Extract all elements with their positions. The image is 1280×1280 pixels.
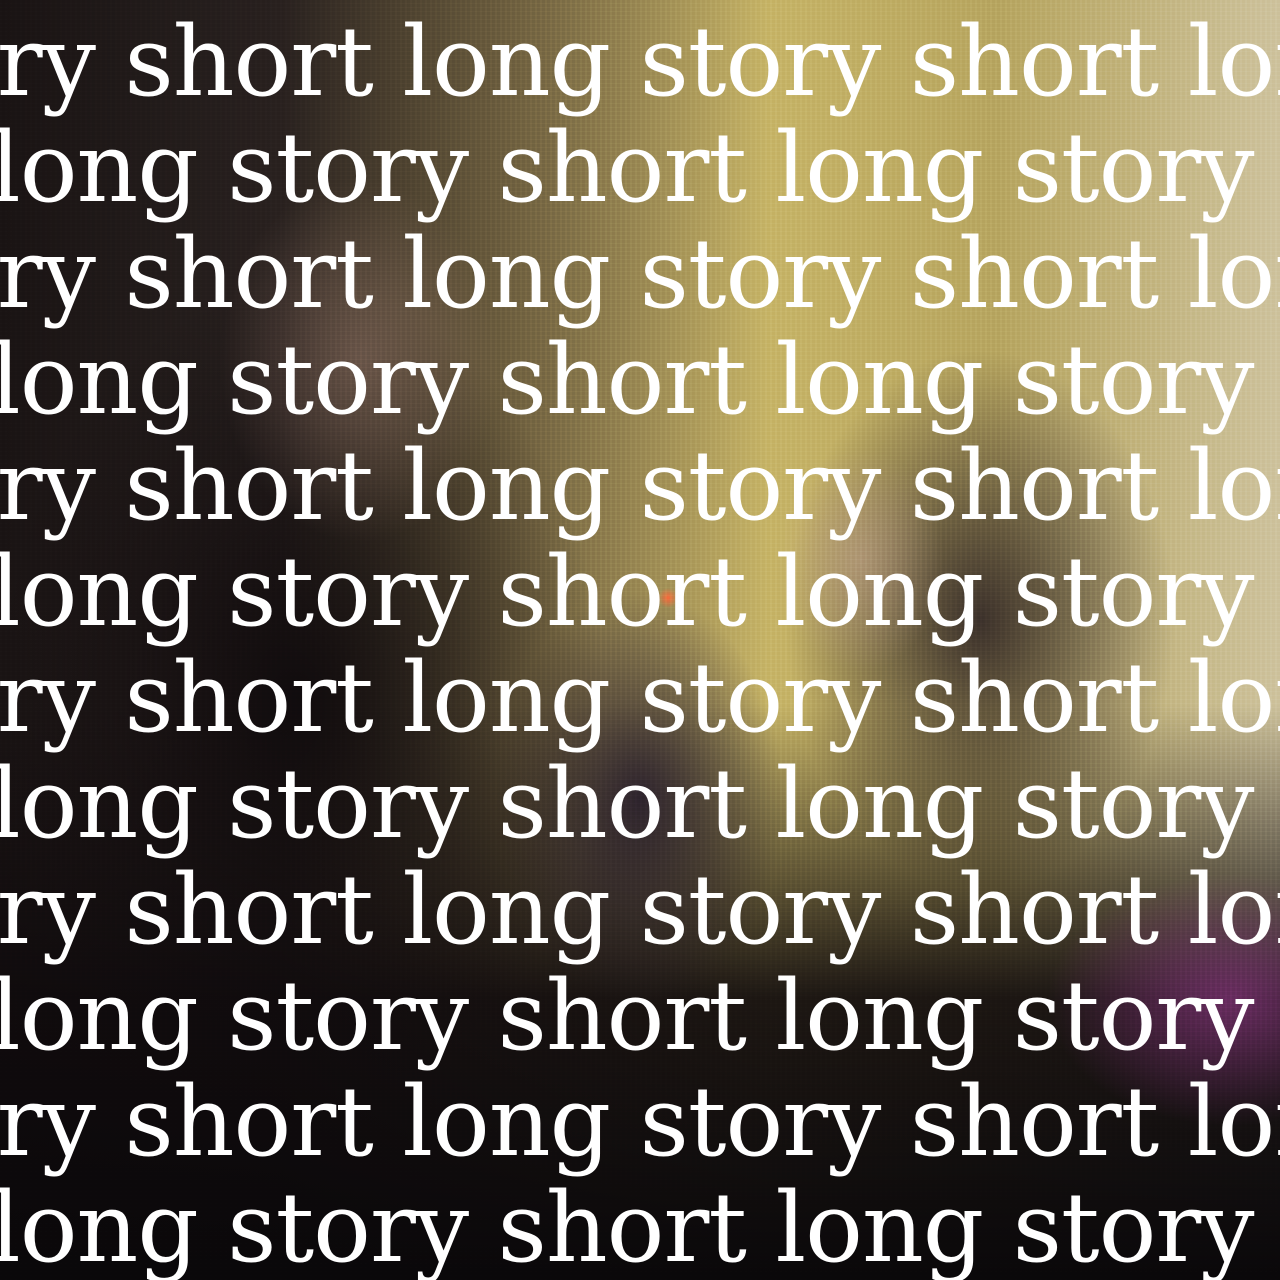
text-line-3: ory short long story short long s	[0, 218, 1280, 330]
text-line-11: ory short long story short long s	[0, 1066, 1280, 1178]
repeated-text-overlay: ory short long story short long s long s…	[0, 0, 1280, 1280]
text-line-8: long story short long story sho	[0, 748, 1280, 860]
text-line-6: long story short long story sho	[0, 536, 1280, 648]
text-line-5: ory short long story short long s	[0, 430, 1280, 542]
text-line-9: ory short long story short long s	[0, 854, 1280, 966]
text-line-4: long story short long story sho	[0, 324, 1280, 436]
text-line-2: long story short long story sho	[0, 112, 1280, 224]
text-line-1: ory short long story short long s	[0, 6, 1280, 118]
poster: ory short long story short long s long s…	[0, 0, 1280, 1280]
text-line-12: long story short long story sho	[0, 1172, 1280, 1280]
text-line-7: ory short long story short long s	[0, 642, 1280, 754]
text-line-10: long story short long story sho	[0, 960, 1280, 1072]
